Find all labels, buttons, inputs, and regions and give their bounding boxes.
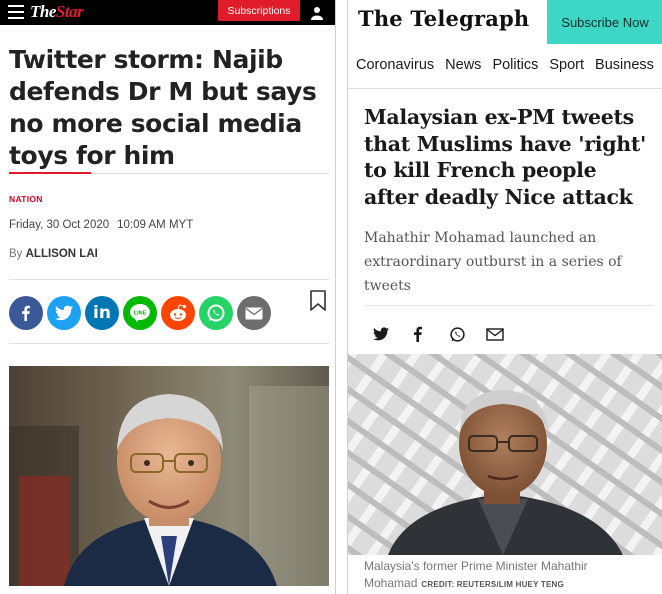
nav-item-coronavirus[interactable]: Coronavirus — [356, 57, 434, 73]
svg-text:LINE: LINE — [134, 311, 147, 317]
publish-dateline: Friday, 30 Oct 2020 10:09 AM MYT — [9, 219, 193, 231]
linkedin-icon[interactable]: in — [85, 296, 119, 330]
article-photo-mahathir — [348, 354, 662, 555]
email-icon[interactable] — [237, 296, 271, 330]
facebook-icon[interactable] — [410, 325, 428, 343]
nav-item-sport[interactable]: Sport — [549, 57, 584, 73]
twitter-icon[interactable] — [372, 325, 390, 343]
facebook-icon[interactable] — [9, 296, 43, 330]
logo-suffix: Star — [55, 2, 84, 21]
divider — [9, 279, 329, 280]
star-top-bar: TheStar Subscriptions — [0, 0, 335, 25]
photo-credit: CREDIT: REUTERS/LIM HUEY TENG — [421, 580, 564, 589]
byline-prefix: By — [9, 248, 23, 260]
section-nav: Coronavirus News Politics Sport Business — [356, 57, 654, 73]
nav-item-news[interactable]: News — [445, 57, 481, 73]
divider — [91, 173, 329, 174]
user-icon[interactable] — [311, 6, 323, 20]
telegraph-logo[interactable]: The Telegraph — [358, 6, 529, 31]
photo-caption: Malaysia's former Prime Minister Mahathi… — [364, 558, 654, 593]
divider — [348, 88, 662, 89]
whatsapp-icon[interactable] — [199, 296, 233, 330]
bookmark-icon[interactable] — [309, 290, 327, 312]
section-tag[interactable]: NATION — [9, 194, 43, 204]
divider — [364, 305, 654, 306]
logo-prefix: The — [30, 2, 56, 21]
subscriptions-button[interactable]: Subscriptions — [218, 0, 300, 21]
whatsapp-icon[interactable] — [448, 325, 466, 343]
article-headline: Twitter storm: Najib defends Dr M but sa… — [9, 45, 317, 170]
author-name[interactable]: ALLISON LAI — [26, 248, 98, 260]
article-headline: Malaysian ex-PM tweets that Muslims have… — [364, 105, 646, 209]
twitter-icon[interactable] — [47, 296, 81, 330]
share-buttons — [372, 325, 504, 343]
the-star-article-panel: TheStar Subscriptions Twitter storm: Naj… — [0, 0, 336, 594]
divider — [9, 343, 329, 344]
the-star-logo[interactable]: TheStar — [30, 2, 84, 22]
article-standfirst: Mahathir Mohamad launched an extraordina… — [364, 230, 622, 294]
subscribe-now-button[interactable]: Subscribe Now — [547, 0, 662, 44]
menu-icon[interactable] — [8, 5, 24, 19]
line-icon[interactable]: LINE — [123, 296, 157, 330]
article-photo-najib — [9, 366, 329, 586]
publish-date: Friday, 30 Oct 2020 — [9, 219, 110, 231]
nav-item-politics[interactable]: Politics — [492, 57, 538, 73]
share-buttons: in LINE — [9, 296, 271, 330]
byline: By ALLISON LAI — [9, 248, 98, 260]
telegraph-article-panel: The Telegraph Subscribe Now Coronavirus … — [347, 0, 662, 594]
headline-accent-underline — [9, 172, 91, 174]
publish-time: 10:09 AM MYT — [117, 219, 194, 231]
reddit-icon[interactable] — [161, 296, 195, 330]
email-icon[interactable] — [486, 325, 504, 343]
nav-item-business[interactable]: Business — [595, 57, 654, 73]
